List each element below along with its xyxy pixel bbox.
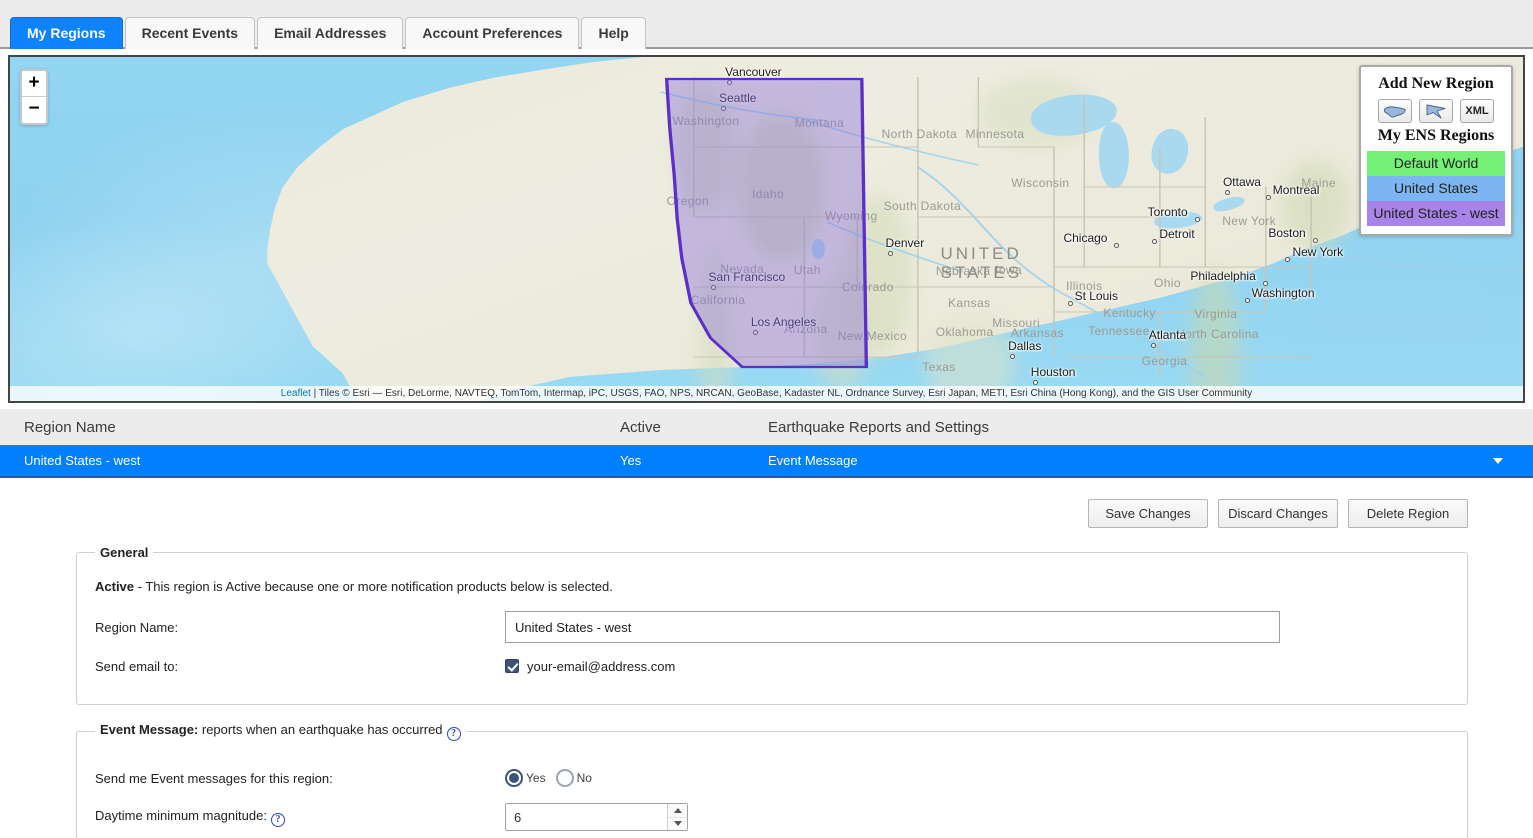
event-message-legend: Event Message: reports when an earthquak… bbox=[95, 722, 466, 741]
add-region-buttons: XML bbox=[1367, 99, 1505, 123]
radio-no[interactable]: No bbox=[555, 769, 592, 787]
polygon-draw-icon[interactable] bbox=[1419, 99, 1453, 123]
table-row[interactable]: United States - west Yes Event Message bbox=[0, 445, 1533, 478]
zoom-out-button[interactable]: − bbox=[22, 97, 46, 123]
cell-region-name: United States - west bbox=[24, 453, 141, 468]
zoom-in-button[interactable]: + bbox=[22, 71, 46, 97]
ens-region-item-0[interactable]: Default World bbox=[1367, 151, 1505, 176]
discard-changes-button[interactable]: Discard Changes bbox=[1218, 499, 1338, 528]
daytime-spinner-buttons bbox=[667, 804, 687, 830]
event-message-legend-normal: reports when an earthquake has occurred bbox=[198, 722, 443, 737]
cell-reports: Event Message bbox=[768, 453, 858, 468]
daytime-magnitude-text: Daytime minimum magnitude: bbox=[95, 807, 267, 823]
usa-shape-icon[interactable] bbox=[1378, 99, 1412, 123]
region-name-row: Region Name: bbox=[95, 610, 1447, 644]
tab-account-preferences[interactable]: Account Preferences bbox=[405, 17, 580, 49]
email-checkbox-group: your-email@address.com bbox=[505, 659, 675, 674]
region-name-input[interactable] bbox=[505, 611, 1280, 643]
cell-active: Yes bbox=[620, 453, 642, 468]
active-description-text: - This region is Active because one or m… bbox=[134, 579, 613, 594]
region-action-buttons: Save Changes Discard Changes Delete Regi… bbox=[0, 478, 1533, 528]
leaflet-link[interactable]: Leaflet bbox=[281, 388, 311, 399]
leaflet-map[interactable]: Washington Oregon Idaho Montana Wyoming Nevad… bbox=[8, 55, 1525, 403]
tab-email-addresses[interactable]: Email Addresses bbox=[257, 17, 404, 49]
state-boundaries bbox=[10, 57, 1523, 401]
daytime-spinner-up[interactable] bbox=[668, 804, 687, 818]
event-message-section: Event Message: reports when an earthquak… bbox=[76, 722, 1468, 838]
help-icon-event-message[interactable]: ? bbox=[446, 727, 461, 741]
tab-my-regions[interactable]: My Regions bbox=[10, 17, 123, 49]
radio-yes-dot[interactable] bbox=[505, 769, 523, 787]
send-event-messages-radio-group: Yes No bbox=[505, 769, 592, 787]
daytime-magnitude-label: Daytime minimum magnitude:? bbox=[95, 808, 505, 827]
attribution-text: | Tiles © Esri — Esri, DeLorme, NAVTEQ, … bbox=[313, 388, 1253, 399]
main-tab-bar: My Regions Recent Events Email Addresses… bbox=[0, 0, 1533, 49]
radio-no-dot[interactable] bbox=[555, 769, 574, 787]
radio-yes-label: Yes bbox=[526, 771, 546, 785]
ens-region-item-2[interactable]: United States - west bbox=[1367, 201, 1505, 226]
delete-region-button[interactable]: Delete Region bbox=[1348, 499, 1468, 528]
map-tiles: Washington Oregon Idaho Montana Wyoming Nevad… bbox=[10, 57, 1523, 401]
general-section: General Active - This region is Active b… bbox=[76, 545, 1468, 705]
col-header-region-name: Region Name bbox=[24, 418, 116, 436]
tab-help[interactable]: Help bbox=[581, 17, 646, 49]
ens-region-list: Default World United States United States … bbox=[1367, 151, 1505, 226]
tab-recent-events[interactable]: Recent Events bbox=[124, 17, 256, 49]
active-description: Active - This region is Active because o… bbox=[95, 579, 1447, 594]
event-message-legend-bold: Event Message: bbox=[100, 722, 199, 737]
col-header-active: Active bbox=[620, 418, 661, 436]
add-new-region-panel: Add New Region XML My ENS Regions Defaul… bbox=[1359, 65, 1513, 236]
radio-yes[interactable]: Yes bbox=[505, 769, 546, 787]
daytime-magnitude-stepper[interactable] bbox=[505, 803, 688, 831]
ens-region-item-1[interactable]: United States bbox=[1367, 176, 1505, 201]
send-event-messages-label: Send me Event messages for this region: bbox=[95, 770, 333, 786]
xml-import-button[interactable]: XML bbox=[1460, 99, 1494, 123]
radio-no-label: No bbox=[576, 771, 592, 785]
email-address-label: your-email@address.com bbox=[527, 658, 676, 674]
regions-table: Region Name Active Earthquake Reports an… bbox=[0, 409, 1533, 478]
email-checkbox[interactable] bbox=[505, 659, 519, 673]
chevron-down-icon[interactable] bbox=[1493, 457, 1503, 464]
daytime-spinner-down[interactable] bbox=[668, 817, 687, 830]
save-changes-button[interactable]: Save Changes bbox=[1088, 499, 1208, 528]
add-region-title: Add New Region bbox=[1378, 75, 1494, 92]
daytime-magnitude-row: Daytime minimum magnitude:? bbox=[95, 800, 1447, 834]
map-attribution: Leaflet | Tiles © Esri — Esri, DeLorme, … bbox=[10, 386, 1523, 401]
my-ens-regions-title: My ENS Regions bbox=[1377, 127, 1495, 144]
active-bold-label: Active bbox=[95, 579, 135, 594]
send-email-label: Send email to: bbox=[95, 658, 179, 674]
map-zoom-controls[interactable]: + − bbox=[20, 69, 48, 125]
region-name-label: Region Name: bbox=[95, 619, 179, 635]
table-header-row: Region Name Active Earthquake Reports an… bbox=[0, 409, 1533, 445]
send-event-messages-row: Send me Event messages for this region: … bbox=[95, 761, 1447, 795]
help-icon-daytime-magnitude[interactable]: ? bbox=[270, 812, 285, 827]
col-header-reports: Earthquake Reports and Settings bbox=[768, 418, 989, 436]
send-email-row: Send email to: your-email@address.com bbox=[95, 649, 1447, 683]
general-legend: General bbox=[100, 545, 149, 560]
daytime-magnitude-input[interactable] bbox=[505, 803, 688, 831]
